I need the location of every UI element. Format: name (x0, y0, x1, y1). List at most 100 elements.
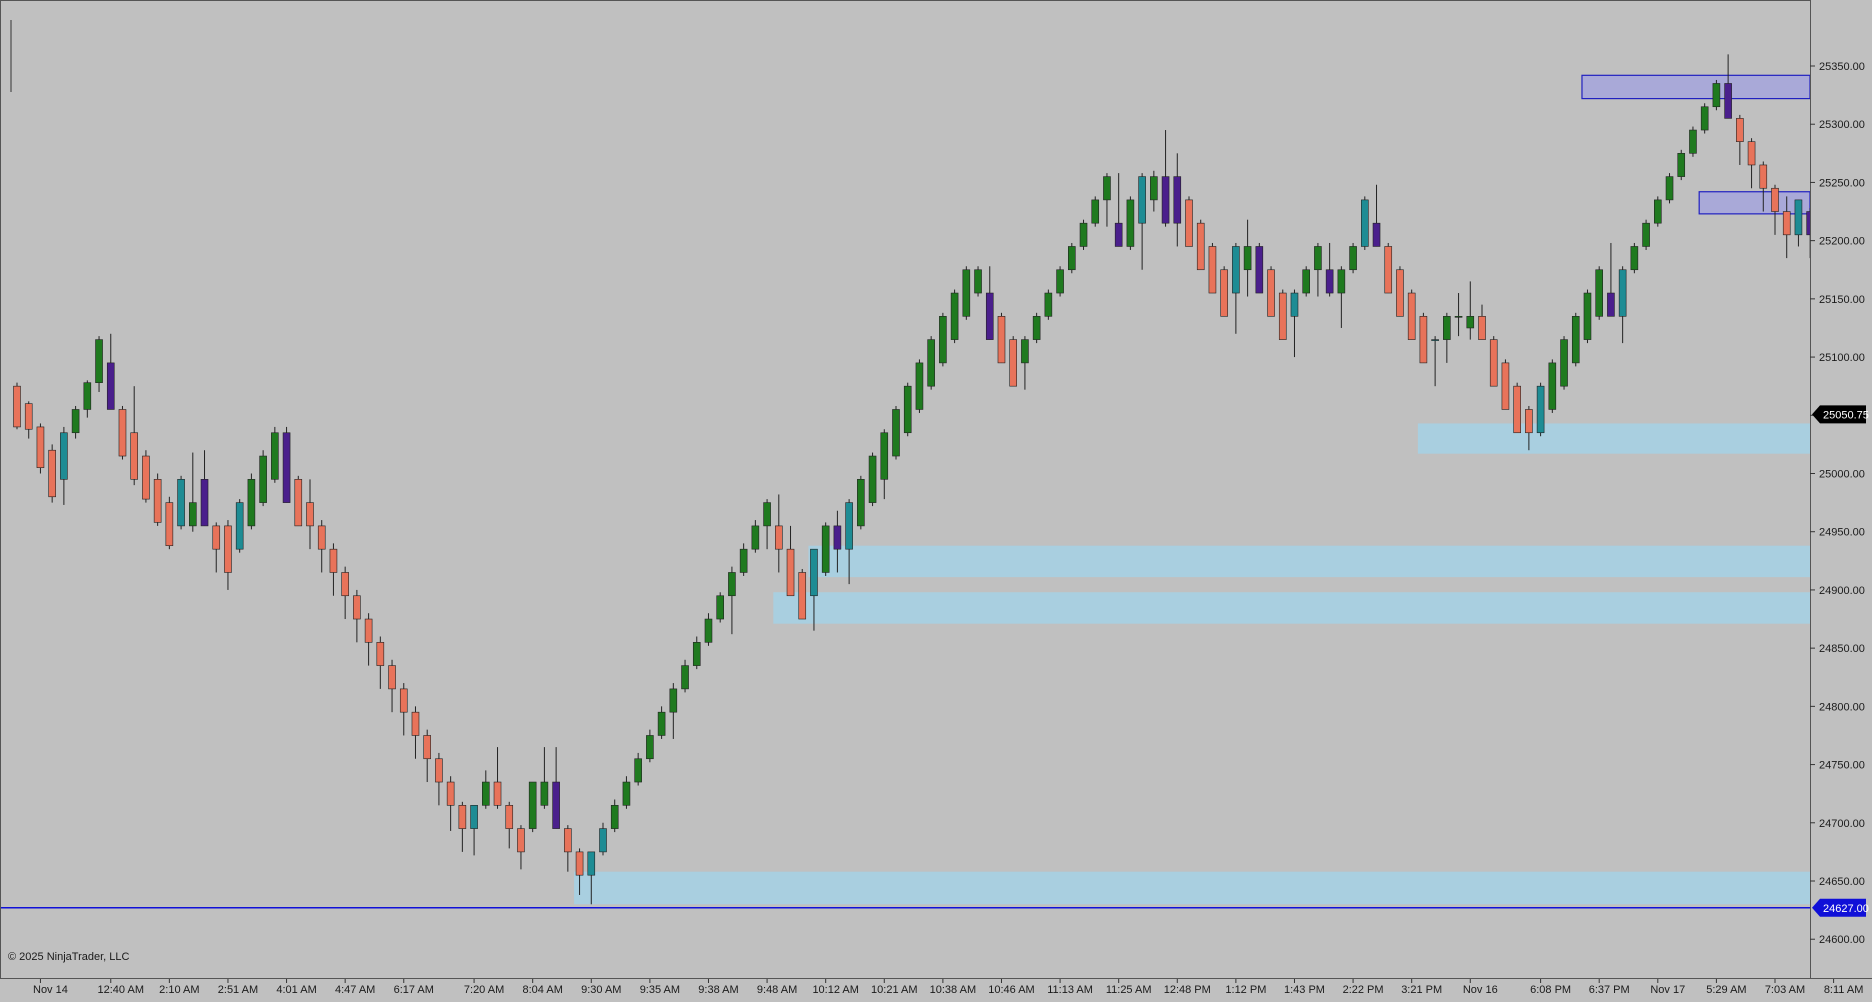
candle-body (1689, 129, 1697, 154)
candle (1501, 359, 1510, 410)
candle (282, 426, 291, 503)
time-tick-label: 6:08 PM (1530, 984, 1571, 996)
candle-body (60, 432, 68, 480)
time-tick-label: 9:38 AM (698, 984, 738, 996)
candle-body (1736, 118, 1744, 142)
candle-body (1267, 269, 1275, 317)
demand-zone (808, 545, 1810, 578)
candle (716, 592, 725, 623)
candle-body (657, 711, 666, 736)
candle (153, 473, 162, 526)
price-tick-label: 25200.00 (1819, 236, 1865, 248)
price-axis[interactable]: 25350.00 25300.00 25250.00 25200.00 25150.00… (1810, 0, 1872, 978)
price-axis-background (1811, 0, 1872, 978)
candle (1208, 242, 1217, 294)
candle (1044, 289, 1053, 320)
candle (142, 450, 150, 503)
candle-body (177, 479, 185, 527)
time-tick-label: 10:38 AM (930, 984, 976, 996)
candle-body (247, 479, 256, 527)
candle-body (1325, 269, 1334, 294)
candle-body (1349, 246, 1357, 271)
candle-body (1782, 211, 1791, 236)
candle (950, 289, 959, 344)
candle (1489, 336, 1498, 387)
candle (271, 426, 279, 483)
candle-body (540, 781, 549, 806)
candle-body (1431, 339, 1439, 341)
candle (1630, 242, 1639, 274)
candle-body (1548, 362, 1557, 410)
candle-body (329, 548, 338, 573)
candle-body (1571, 316, 1580, 364)
candle-body (575, 851, 584, 876)
candle-body (1150, 176, 1158, 201)
price-tick-label: 24950.00 (1819, 527, 1865, 539)
candle-body (1595, 269, 1603, 317)
candle-body (364, 618, 373, 643)
price-tick-label: 25100.00 (1819, 352, 1865, 364)
candle-body (1700, 106, 1709, 131)
demand-zone (574, 871, 1810, 905)
candle-body (552, 781, 560, 829)
last-price-tag-text: 25050.75 (1823, 409, 1869, 421)
candle-body (1513, 385, 1521, 434)
candle (974, 266, 982, 297)
candle-body (821, 525, 830, 573)
time-tick-label: 11:25 AM (1106, 984, 1152, 996)
candle-body (1630, 246, 1639, 271)
candle (1056, 266, 1064, 297)
candle-body (599, 828, 607, 853)
candle-body (1618, 269, 1627, 317)
chart-window[interactable]: 25350.00 25300.00 25250.00 25200.00 25150.00… (0, 0, 1872, 1002)
candle (177, 475, 185, 530)
candle-body (376, 642, 385, 666)
candle-body (1091, 199, 1100, 224)
time-tick-label: 4:01 AM (276, 984, 316, 996)
candle-body (153, 479, 162, 523)
demand-zone (1417, 423, 1810, 454)
candle-body (130, 432, 138, 480)
candle-body (1044, 292, 1053, 317)
supply-zone (1698, 191, 1811, 215)
candle-body (317, 525, 326, 550)
time-tick-label: 6:37 PM (1589, 984, 1630, 996)
candle-body (1208, 246, 1217, 294)
time-tick-label: 10:46 AM (988, 984, 1034, 996)
candle-body (868, 455, 877, 503)
candlestick-chart[interactable]: 25350.00 25300.00 25250.00 25200.00 25150.00… (0, 0, 1872, 1002)
candle-body (1677, 153, 1686, 177)
candle-body (857, 479, 865, 527)
candle-body (786, 548, 795, 597)
candle-body (751, 525, 760, 550)
candle-body (1712, 83, 1721, 108)
candle (13, 382, 21, 430)
candle-body (622, 781, 631, 806)
candle-body (83, 382, 92, 410)
candle-body (1525, 409, 1533, 434)
candle (1595, 266, 1603, 320)
time-tick-label: 1:12 PM (1225, 984, 1266, 996)
candle-body (48, 449, 56, 498)
candle-body (1185, 199, 1193, 247)
level-price-tag: 24627.00 (1812, 898, 1869, 917)
candle-body (435, 758, 443, 783)
candle-body (1079, 222, 1088, 247)
candle-body (1747, 141, 1756, 166)
candle (259, 450, 267, 507)
candle-body (1278, 292, 1287, 340)
price-tick-label: 24700.00 (1819, 818, 1865, 830)
candle (1068, 242, 1076, 274)
candle-body (1161, 176, 1170, 224)
candle-body (1103, 176, 1111, 201)
candle-body (728, 572, 736, 597)
price-tick-label: 25350.00 (1819, 61, 1865, 73)
candle-body (71, 409, 80, 434)
time-tick-label: 9:30 AM (581, 984, 621, 996)
candle-body (306, 502, 314, 527)
candle (903, 382, 912, 437)
candle-body (411, 711, 420, 736)
time-axis[interactable]: Nov 14 12:40 AM 2:10 AM 2:51 AM 4:01 AM 4:47 … (0, 978, 1872, 997)
candle-body (892, 409, 900, 457)
candle (1536, 382, 1545, 437)
